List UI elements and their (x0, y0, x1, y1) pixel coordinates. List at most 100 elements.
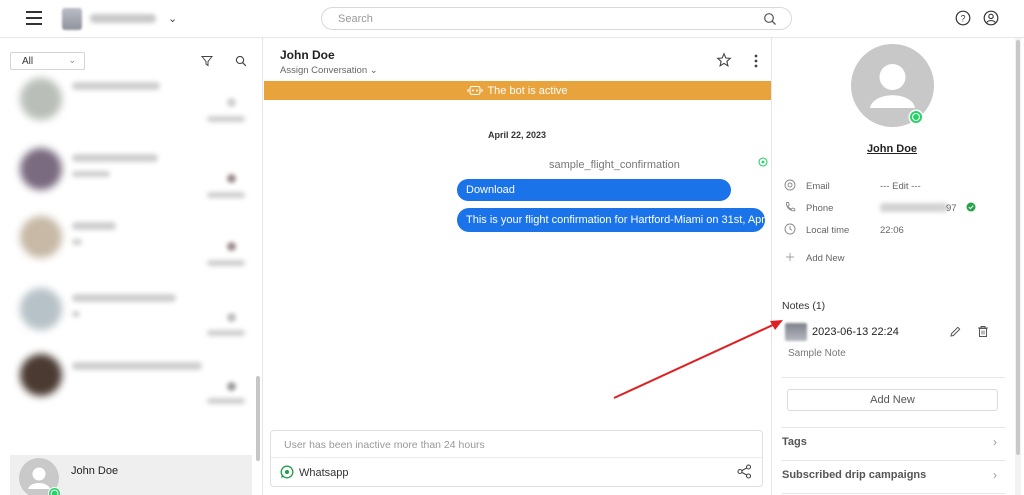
conversation-item-selected[interactable]: John Doe (10, 455, 252, 495)
funnel-filter-icon[interactable] (201, 55, 213, 67)
blurred-badge (227, 313, 236, 322)
verified-check-icon (966, 202, 976, 212)
whatsapp-icon (908, 109, 924, 130)
filter-value: All (22, 56, 34, 67)
avatar (20, 78, 62, 120)
org-avatar[interactable] (62, 8, 82, 30)
conversation-item[interactable] (10, 76, 252, 144)
blurred-badge (227, 242, 236, 251)
clock-icon (784, 223, 796, 235)
chat-contact-name: John Doe (280, 48, 335, 62)
note-author-avatar (785, 323, 807, 341)
assign-conversation-dropdown[interactable]: Assign Conversation ⌄ (280, 65, 378, 76)
phone-value-blurred (880, 203, 948, 212)
email-edit-link[interactable]: --- Edit --- (880, 181, 921, 192)
message-bubble[interactable]: Download (457, 179, 731, 201)
hamburger-menu-icon[interactable] (26, 11, 42, 25)
blurred-time (207, 330, 245, 336)
blurred-name (72, 294, 176, 302)
conversation-list: John Doe (10, 78, 252, 495)
note-text: Sample Note (788, 348, 846, 359)
blurred-preview (72, 311, 80, 317)
email-label: Email (806, 181, 830, 192)
scrollbar[interactable] (1016, 40, 1020, 455)
org-name-blurred[interactable] (90, 14, 156, 23)
conversation-item[interactable] (10, 348, 252, 416)
conversation-name: John Doe (71, 465, 119, 477)
divider (271, 457, 762, 458)
blurred-time (207, 192, 245, 198)
phone-label: Phone (806, 203, 834, 214)
channel-selector[interactable]: Whatsapp (280, 465, 349, 479)
scrollbar[interactable] (256, 376, 260, 461)
message-composer[interactable]: User has been inactive more than 24 hour… (270, 430, 763, 487)
local-time-value: 22:06 (880, 225, 904, 236)
pencil-icon[interactable] (949, 325, 962, 338)
trash-icon[interactable] (977, 325, 989, 338)
conversation-list-panel: All ⌄ John Doe (0, 38, 263, 495)
blurred-badge (227, 382, 236, 391)
bot-banner-text: The bot is active (487, 85, 568, 97)
chat-panel: John Doe Assign Conversation ⌄ The bot i… (263, 38, 800, 495)
blurred-name (72, 154, 158, 162)
divider (782, 493, 1005, 494)
section-label: Tags (782, 436, 807, 448)
add-note-button[interactable]: Add New (787, 389, 998, 411)
bot-active-banner: The bot is active (264, 81, 771, 100)
search-icon[interactable] (763, 12, 777, 26)
divider (782, 377, 1005, 378)
search-input[interactable]: Search (321, 7, 792, 30)
whatsapp-icon (758, 157, 768, 167)
chevron-right-icon: › (993, 435, 997, 449)
chevron-right-icon: › (993, 468, 997, 482)
chat-date-divider: April 22, 2023 (487, 130, 547, 140)
notes-heading: Notes (1) (782, 300, 826, 312)
blurred-time (207, 398, 245, 404)
phone-icon (786, 202, 796, 212)
blurred-badge (227, 174, 236, 183)
chevron-down-icon: ⌄ (369, 65, 378, 76)
contact-details-panel: John Doe Email --- Edit --- Phone 97 Loc… (771, 38, 1024, 495)
blurred-name (72, 222, 116, 230)
divider (782, 460, 1005, 461)
message-bubble: This is your flight confirmation for Har… (457, 208, 800, 232)
chevron-down-icon[interactable]: ⌄ (168, 12, 177, 25)
conversation-item[interactable] (10, 144, 252, 212)
blurred-name (72, 82, 160, 90)
plus-icon (786, 253, 794, 261)
drip-campaigns-section[interactable]: Subscribed drip campaigns › (782, 465, 1005, 487)
channel-label: Whatsapp (299, 467, 349, 479)
avatar (20, 216, 62, 258)
robot-icon (467, 85, 484, 96)
at-icon (784, 179, 796, 191)
phone-value-tail: 97 (946, 203, 957, 214)
star-icon[interactable] (716, 52, 732, 68)
tags-section[interactable]: Tags › (782, 432, 1005, 454)
template-name: sample_flight_confirmation (549, 159, 680, 171)
more-options-icon[interactable] (753, 53, 759, 69)
share-icon[interactable] (737, 464, 752, 479)
contact-name[interactable]: John Doe (772, 143, 1012, 155)
blurred-badge (227, 98, 236, 107)
divider (782, 427, 1005, 428)
whatsapp-icon (280, 465, 294, 479)
avatar (20, 288, 62, 330)
search-placeholder: Search (338, 13, 373, 25)
blurred-preview (72, 171, 110, 177)
avatar (20, 354, 62, 396)
help-icon[interactable]: ? (955, 10, 971, 26)
top-bar: ⌄ Search ? (0, 0, 1024, 38)
conversation-item[interactable] (10, 280, 252, 348)
blurred-name (72, 362, 202, 370)
section-label: Subscribed drip campaigns (782, 469, 927, 481)
blurred-time (207, 116, 245, 122)
avatar (20, 148, 62, 190)
conversation-item[interactable] (10, 212, 252, 280)
filter-select[interactable]: All ⌄ (10, 52, 85, 70)
user-account-icon[interactable] (983, 10, 999, 26)
search-icon[interactable] (235, 55, 247, 67)
blurred-preview (72, 239, 82, 245)
add-field-label: Add New (806, 253, 845, 264)
svg-text:?: ? (960, 14, 965, 24)
assign-label: Assign Conversation (280, 65, 368, 76)
